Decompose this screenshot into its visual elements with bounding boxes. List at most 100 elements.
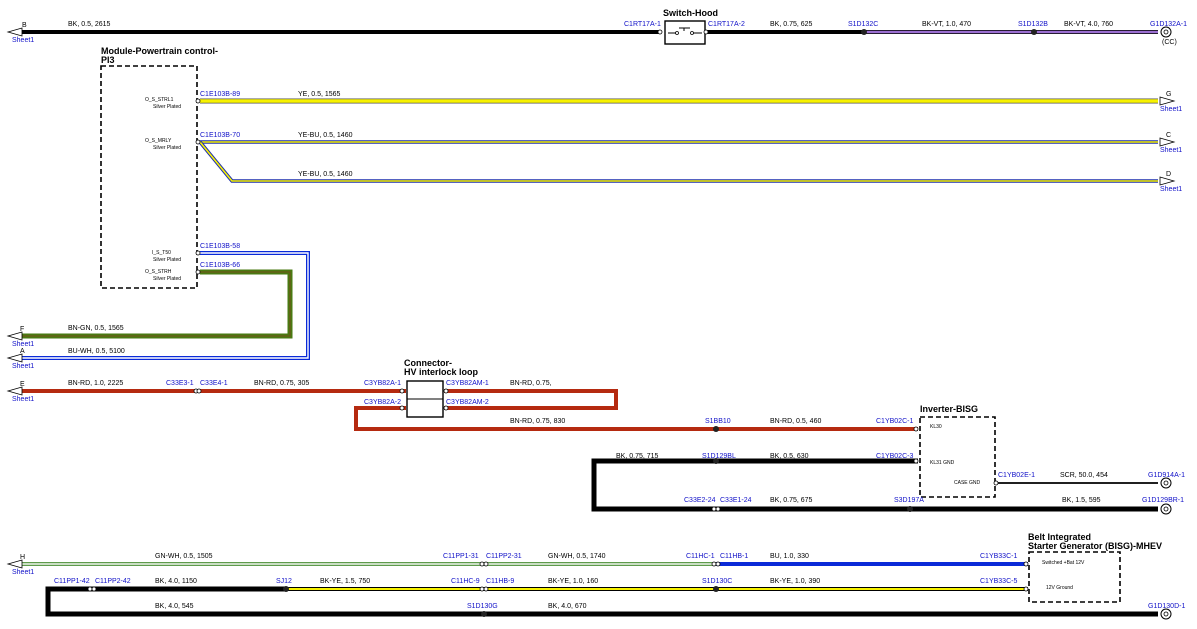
splice-points [283, 29, 1037, 617]
splice-s1d129bl[interactable]: S1D129BL [702, 453, 736, 460]
wire-spec-h2: GN-WH, 0.5, 1740 [548, 553, 606, 560]
conn-c3yb82am2[interactable]: C3YB82AM-2 [446, 399, 489, 406]
ground-g1d129br-icon [1160, 503, 1172, 515]
pin-kl31: KL31 GND [930, 460, 955, 466]
ground-g1d914a-icon [1160, 477, 1172, 489]
conn-c11hc9[interactable]: C11HC-9 [451, 578, 480, 585]
pin-strh-plating: Silver Plated [153, 276, 181, 282]
pin-switched-bat: Switched +Bat 12V [1042, 560, 1085, 566]
connector-title-2: HV interlock loop [404, 367, 479, 377]
splice-s1d132c[interactable]: S1D132C [848, 21, 878, 28]
conn-c11pp231[interactable]: C11PP2-31 [486, 553, 522, 560]
conn-c1yb02c3[interactable]: C1YB02C-3 [876, 453, 913, 460]
wire-spec-b: BK, 0.5, 2615 [68, 21, 111, 28]
wire-spec-k5: BK, 1.5, 595 [1062, 497, 1101, 504]
wire-spec-b4: BK-VT, 4.0, 760 [1064, 21, 1113, 28]
wire-spec-p3: BK-YE, 1.0, 160 [548, 578, 598, 585]
wire-spec-p5: BK, 4.0, 545 [155, 603, 194, 610]
pcm-title: Module-Powertrain control- [101, 46, 218, 56]
offpage-left-b-icon[interactable] [6, 27, 23, 37]
switch-hood-title: Switch-Hood [663, 8, 718, 18]
bisg-title-2: Starter Generator (BISG)-MHEV [1028, 541, 1162, 551]
conn-c1yb02c1[interactable]: C1YB02C-1 [876, 418, 913, 425]
conn-c33e224[interactable]: C33E2-24 [684, 497, 716, 504]
wire-spec-c: YE-BU, 0.5, 1460 [298, 132, 353, 139]
offpage-sheet-h[interactable]: Sheet1 [12, 569, 34, 576]
offpage-left-a-icon[interactable] [6, 353, 23, 363]
ground-note-cc: (CC) [1162, 39, 1177, 46]
offpage-label-c: C [1166, 132, 1171, 139]
conn-c3yb82a1[interactable]: C3YB82A-1 [364, 380, 401, 387]
offpage-sheet-e[interactable]: Sheet1 [12, 396, 34, 403]
offpage-left-f-icon[interactable] [6, 331, 23, 341]
pin-12v-ground: 12V Ground [1046, 585, 1073, 591]
offpage-label-a: A [20, 348, 25, 355]
ground-g1d914a1[interactable]: G1D914A-1 [1148, 472, 1185, 479]
conn-c11pp242[interactable]: C11PP2-42 [95, 578, 131, 585]
splice-s3d197a[interactable]: S3D197A [894, 497, 924, 504]
conn-c1rt17a2[interactable]: C1RT17A-2 [708, 21, 745, 28]
wire-spec-b2: BK, 0.75, 625 [770, 21, 813, 28]
conn-c3yb82a2[interactable]: C3YB82A-2 [364, 399, 401, 406]
offpage-sheet-b[interactable]: Sheet1 [12, 37, 34, 44]
wire-spec-h1: GN-WH, 0.5, 1505 [155, 553, 213, 560]
conn-c11pp142[interactable]: C11PP1-42 [54, 578, 90, 585]
conn-c33e124[interactable]: C33E1-24 [720, 497, 752, 504]
offpage-label-b: B [22, 22, 27, 29]
splice-s1d132b[interactable]: S1D132B [1018, 21, 1048, 28]
conn-c1yb33c5[interactable]: C1YB33C-5 [980, 578, 1017, 585]
offpage-right-d-icon[interactable] [1159, 176, 1176, 186]
splice-s1d130c[interactable]: S1D130C [702, 578, 732, 585]
conn-c1yb33c1[interactable]: C1YB33C-1 [980, 553, 1017, 560]
conn-c33e31[interactable]: C33E3-1 [166, 380, 194, 387]
offpage-sheet-g[interactable]: Sheet1 [1160, 106, 1182, 113]
offpage-sheet-d[interactable]: Sheet1 [1160, 186, 1182, 193]
conn-c1rt17a1[interactable]: C1RT17A-1 [624, 21, 661, 28]
pin-strh: O_S_STRH [145, 269, 172, 275]
wire-spec-e1: BN-RD, 1.0, 2225 [68, 380, 123, 387]
wire-spec-g: YE, 0.5, 1565 [298, 91, 341, 98]
splice-s1bb10[interactable]: S1BB10 [705, 418, 731, 425]
wire-spec-e5: BN-RD, 0.5, 460 [770, 418, 821, 425]
offpage-label-d: D [1166, 171, 1171, 178]
conn-c1e103b89[interactable]: C1E103B-89 [200, 91, 240, 98]
offpage-sheet-c[interactable]: Sheet1 [1160, 147, 1182, 154]
offpage-right-g-icon[interactable] [1159, 96, 1176, 106]
conn-c11hb9[interactable]: C11HB-9 [486, 578, 514, 585]
pin-strl1: O_S_STRL1 [145, 97, 174, 103]
conn-c1e103b66[interactable]: C1E103B-66 [200, 262, 240, 269]
wire-spec-b3: BK-VT, 1.0, 470 [922, 21, 971, 28]
conn-c1e103b70[interactable]: C1E103B-70 [200, 132, 240, 139]
conn-c33e41[interactable]: C33E4-1 [200, 380, 228, 387]
wire-spec-k3: SCR, 50.0, 454 [1060, 472, 1108, 479]
offpage-sheet-a[interactable]: Sheet1 [12, 363, 34, 370]
pcm-title-2: PI3 [101, 55, 115, 65]
ground-g1d132a-icon [1160, 26, 1172, 38]
pin-case-gnd: CASE GND [954, 480, 981, 486]
pin-strl1-plating: Silver Plated [153, 104, 181, 110]
offpage-label-f: F [20, 326, 24, 333]
pin-mrly: O_S_MRLY [145, 138, 172, 144]
conn-c1yb02e1[interactable]: C1YB02E-1 [998, 472, 1035, 479]
wire-spec-f: BN-GN, 0.5, 1565 [68, 325, 124, 332]
offpage-left-e-icon[interactable] [6, 386, 23, 396]
offpage-right-c-icon[interactable] [1159, 137, 1176, 147]
inverter-title: Inverter-BISG [920, 404, 978, 414]
offpage-label-g: G [1166, 91, 1171, 98]
offpage-left-h-icon[interactable] [6, 559, 23, 569]
splice-sj12[interactable]: SJ12 [276, 578, 292, 585]
ground-g1d132a1[interactable]: G1D132A-1 [1150, 21, 1187, 28]
conn-c3yb82am1[interactable]: C3YB82AM-1 [446, 380, 489, 387]
conn-c11pp131[interactable]: C11PP1-31 [443, 553, 479, 560]
ground-g1d129br1[interactable]: G1D129BR-1 [1142, 497, 1184, 504]
conn-c1e103b58[interactable]: C1E103B-58 [200, 243, 240, 250]
conn-c11hb1[interactable]: C11HB-1 [720, 553, 748, 560]
wire-spec-k2: BK, 0.5, 630 [770, 453, 809, 460]
wire-spec-p4: BK-YE, 1.0, 390 [770, 578, 820, 585]
wire-spec-h3: BU, 1.0, 330 [770, 553, 809, 560]
ground-g1d130d1[interactable]: G1D130D-1 [1148, 603, 1185, 610]
conn-c11hc1[interactable]: C11HC-1 [686, 553, 715, 560]
pin-kl30: KL30 [930, 424, 942, 430]
splice-s1d130g[interactable]: S1D130G [467, 603, 498, 610]
offpage-sheet-f[interactable]: Sheet1 [12, 341, 34, 348]
